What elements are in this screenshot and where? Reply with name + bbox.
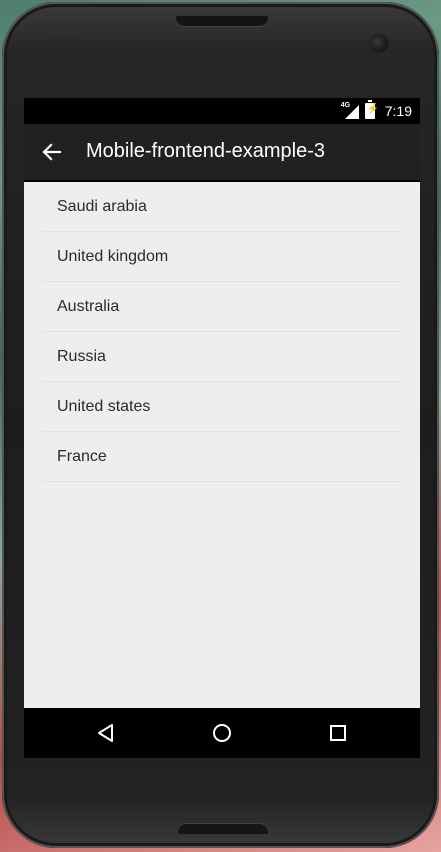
status-bar: 4G ⚡ 7:19 [24,98,420,124]
screen: 4G ⚡ 7:19 Mobile-frontend-example-3 Saud… [24,98,420,758]
triangle-back-icon [98,724,113,742]
back-button[interactable] [40,140,64,164]
circle-home-icon [213,724,231,742]
sensor-dot [50,36,60,46]
front-camera [370,35,388,53]
nav-home-button[interactable] [210,721,234,745]
bottom-speaker [178,824,268,834]
country-list: Saudi arabia United kingdom Australia Ru… [42,182,402,482]
list-item[interactable]: France [42,432,402,482]
signal-icon: 4G [341,102,359,119]
nav-back-button[interactable] [94,721,118,745]
app-title: Mobile-frontend-example-3 [86,140,326,162]
content-area: Saudi arabia United kingdom Australia Ru… [24,182,420,708]
battery-icon: ⚡ [364,100,379,119]
list-item[interactable]: United kingdom [42,232,402,282]
phone-frame: 4G ⚡ 7:19 Mobile-frontend-example-3 Saud… [2,2,439,848]
list-item[interactable]: Saudi arabia [42,182,402,232]
square-recents-icon [330,725,346,741]
list-item[interactable]: Russia [42,332,402,382]
sensor-dot [66,36,76,46]
top-speaker [176,16,268,26]
list-item[interactable]: United states [42,382,402,432]
status-icons: 4G ⚡ 7:19 [341,100,412,121]
navigation-bar [24,708,420,758]
app-bar: Mobile-frontend-example-3 [24,124,420,180]
nav-recents-button[interactable] [326,721,350,745]
status-time: 7:19 [384,103,412,119]
arrow-left-icon [42,143,62,161]
list-item[interactable]: Australia [42,282,402,332]
